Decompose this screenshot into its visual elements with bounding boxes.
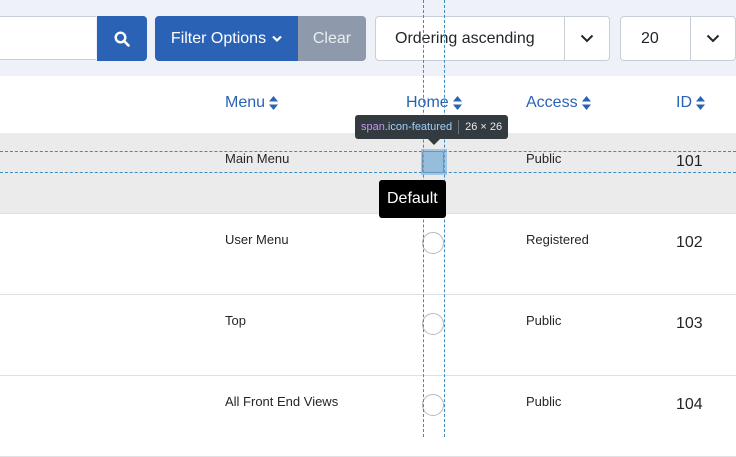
sort-icon <box>581 96 591 110</box>
filter-toolbar: Filter Options Clear Ordering ascending … <box>0 0 736 76</box>
id-cell: 104 <box>676 396 703 413</box>
search-icon <box>114 30 130 47</box>
sort-icon <box>269 96 279 110</box>
access-header-label: Access <box>526 94 578 111</box>
unfeatured-home-icon[interactable] <box>422 313 444 335</box>
menu-cell[interactable]: Main Menu <box>225 151 289 166</box>
inspect-guide-line <box>0 151 736 152</box>
clear-label: Clear <box>312 29 352 47</box>
search-button[interactable] <box>97 16 147 61</box>
id-cell: 101 <box>676 153 703 170</box>
ordering-select[interactable]: Ordering ascending <box>375 16 610 61</box>
sort-icon <box>452 96 462 110</box>
clear-button[interactable]: Clear <box>298 16 366 61</box>
menu-cell[interactable]: All Front End Views <box>225 394 338 409</box>
access-cell: Public <box>526 151 562 166</box>
chevron-down-icon <box>272 35 282 42</box>
menu-header-label: Menu <box>225 94 266 111</box>
inspect-divider <box>458 120 460 134</box>
chevron-down-icon <box>690 17 735 60</box>
filter-options-label: Filter Options <box>170 29 267 47</box>
inspect-highlight-box <box>421 149 447 175</box>
inspect-size: 26 × 26 <box>465 121 503 133</box>
access-cell: Public <box>526 313 562 328</box>
sort-id-header[interactable]: ID <box>676 94 705 112</box>
menu-cell[interactable]: User Menu <box>225 232 289 247</box>
chevron-down-icon <box>564 17 609 60</box>
inspect-guide-line <box>0 172 736 173</box>
menu-cell[interactable]: Top <box>225 313 246 328</box>
unfeatured-home-icon[interactable] <box>422 232 444 254</box>
inspect-element-tooltip: span.icon-featured 26 × 26 <box>355 115 509 145</box>
inspect-class: .icon-featured <box>384 121 453 133</box>
id-header-label: ID <box>676 94 692 111</box>
id-cell: 103 <box>676 315 703 332</box>
table-row: Main Menu Public 101 <box>0 133 736 214</box>
default-tooltip: Default <box>379 180 446 218</box>
inspect-guide-line <box>444 0 445 437</box>
table-row: Top Public 103 <box>0 295 736 376</box>
ordering-value: Ordering ascending <box>395 29 535 47</box>
unfeatured-home-icon[interactable] <box>422 394 444 416</box>
access-cell: Public <box>526 394 562 409</box>
sort-home-header[interactable]: Home <box>406 94 462 112</box>
table-row: User Menu Registered 102 <box>0 214 736 295</box>
id-cell: 102 <box>676 234 703 251</box>
inspect-guide-line <box>423 0 424 437</box>
tooltip-text: Default <box>387 190 438 207</box>
table-row: All Front End Views Public 104 <box>0 376 736 457</box>
filter-options-button[interactable]: Filter Options <box>155 16 298 61</box>
inspect-tag: span <box>361 121 385 133</box>
list-limit-value: 20 <box>641 29 659 47</box>
sort-access-header[interactable]: Access <box>526 94 591 112</box>
sort-menu-header[interactable]: Menu <box>225 94 279 112</box>
list-limit-select[interactable]: 20 <box>620 16 736 61</box>
sort-icon <box>696 96 705 110</box>
home-header-label: Home <box>406 94 449 111</box>
search-input[interactable] <box>0 16 96 60</box>
access-cell: Registered <box>526 232 589 247</box>
